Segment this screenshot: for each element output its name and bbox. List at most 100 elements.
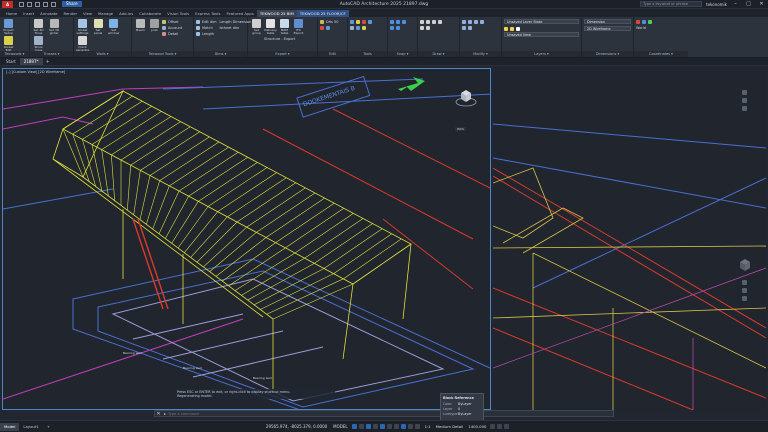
panel-title[interactable]: Edit bbox=[318, 51, 347, 57]
selection-cycling-icon[interactable] bbox=[407, 424, 413, 429]
bom-table-button[interactable]: BOM table bbox=[278, 19, 291, 36]
snap-icon-4[interactable] bbox=[390, 26, 394, 30]
arc-icon[interactable] bbox=[438, 20, 442, 24]
polar-icon[interactable] bbox=[372, 424, 378, 429]
beam-button[interactable]: Beam bbox=[134, 19, 147, 37]
tab-add-ins[interactable]: Add-ins bbox=[116, 10, 136, 17]
copy-icon[interactable] bbox=[480, 20, 484, 24]
tool-icon-5[interactable] bbox=[350, 26, 354, 30]
tab-home[interactable]: Home bbox=[3, 10, 20, 17]
zoom-icon[interactable] bbox=[741, 98, 747, 103]
snap-icon-5[interactable] bbox=[396, 26, 400, 30]
new-icon[interactable] bbox=[19, 1, 24, 7]
transparency-icon[interactable] bbox=[400, 424, 406, 429]
visual-style-dropdown[interactable]: 2D Wireframe bbox=[584, 26, 631, 31]
length-button[interactable]: Length bbox=[196, 31, 217, 37]
tool-icon-3[interactable] bbox=[362, 20, 366, 24]
search-input[interactable]: Type a keyword or phrase bbox=[640, 1, 703, 7]
tool-icon-4[interactable] bbox=[368, 20, 372, 24]
coordinate-readout[interactable]: 29565.974, -8025.379, 0.0000 bbox=[266, 424, 327, 429]
pan-right-icon[interactable] bbox=[741, 280, 747, 285]
panel-title[interactable]: Tekwoods ▾ bbox=[0, 51, 29, 57]
tab-express-tools[interactable]: Express Tools bbox=[192, 10, 223, 17]
new-tab-button[interactable]: + bbox=[43, 59, 53, 65]
viewcube-icon[interactable] bbox=[455, 87, 477, 109]
panel-title[interactable]: Export ▾ bbox=[248, 51, 317, 57]
istheet-dim-button[interactable]: Istheet dim bbox=[220, 25, 252, 31]
add-layout-button[interactable]: + bbox=[43, 423, 54, 431]
snap-icon-1[interactable] bbox=[390, 20, 394, 24]
file-tab-start[interactable]: Start bbox=[2, 58, 20, 65]
set-3d-truss-button[interactable]: Set 3D Truss bbox=[32, 19, 45, 36]
layout-tab-model[interactable]: Model bbox=[0, 422, 20, 431]
tool-icon-2[interactable] bbox=[356, 20, 360, 24]
tab-annotate[interactable]: Annotate bbox=[37, 10, 60, 17]
undo-icon[interactable] bbox=[43, 1, 48, 7]
snap-icon-3[interactable] bbox=[402, 20, 406, 24]
global-settings-button[interactable]: Global settings bbox=[76, 19, 89, 36]
tab-tekwood-bim[interactable]: TEKWOOD 25 BIM bbox=[256, 10, 297, 17]
edit-icon-3[interactable] bbox=[326, 26, 330, 30]
viewport-right[interactable] bbox=[493, 68, 766, 410]
user-account[interactable]: tekonomik bbox=[706, 2, 727, 7]
osnap-icon[interactable] bbox=[379, 424, 385, 429]
panel-title[interactable]: Dimensions ▾ bbox=[582, 51, 633, 57]
minimize-button[interactable]: – bbox=[731, 1, 740, 7]
panel-title[interactable]: Modify ▾ bbox=[460, 51, 501, 57]
tab-view[interactable]: View bbox=[80, 10, 95, 17]
pan-icon[interactable] bbox=[741, 90, 747, 95]
command-input[interactable] bbox=[168, 411, 613, 416]
share-button[interactable]: Share bbox=[62, 1, 82, 7]
panel-title[interactable]: Layers ▾ bbox=[502, 51, 581, 57]
panel-title[interactable]: Tools bbox=[348, 51, 387, 57]
model-space-toggle[interactable]: MODEL bbox=[333, 424, 347, 429]
layer-state-dropdown[interactable]: Unsaved Layer State bbox=[504, 19, 579, 24]
tab-insert[interactable]: Insert bbox=[20, 10, 37, 17]
orbit-icon[interactable] bbox=[741, 106, 747, 111]
tab-featured-apps[interactable]: Featured Apps bbox=[223, 10, 256, 17]
viewport-controls[interactable]: [–] [Custom View] [2D Wireframe] bbox=[6, 70, 65, 74]
structure-export-button[interactable]: Structure - Export bbox=[264, 36, 315, 42]
wcs-menu[interactable]: WCS bbox=[455, 127, 466, 131]
tab-vision-tools[interactable]: Vision Tools bbox=[164, 10, 192, 17]
line-icon[interactable] bbox=[420, 20, 424, 24]
edit-icon-2[interactable] bbox=[320, 26, 324, 30]
hatch-icon[interactable] bbox=[426, 26, 430, 30]
annotation-scale[interactable]: 1:1 bbox=[425, 424, 431, 429]
delivery-table-button[interactable]: Delivery table bbox=[264, 19, 277, 36]
scale-icon[interactable] bbox=[468, 26, 472, 30]
command-close-button[interactable]: ✕ bbox=[155, 411, 162, 417]
polyline-icon[interactable] bbox=[426, 20, 430, 24]
panel-title[interactable]: Snap ▾ bbox=[388, 51, 417, 57]
ucs-world-label[interactable]: World bbox=[636, 25, 686, 31]
ortho-icon[interactable] bbox=[365, 424, 371, 429]
detail-level[interactable]: Medium Detail bbox=[436, 424, 464, 429]
panel-title[interactable]: Tekwood Tools ▾ bbox=[132, 51, 193, 57]
grid-icon[interactable] bbox=[351, 424, 357, 429]
zoom-right-icon[interactable] bbox=[741, 288, 747, 293]
app-menu-button[interactable]: A CAD bbox=[2, 0, 13, 14]
otrack-icon[interactable] bbox=[386, 424, 392, 429]
layout-tab-layout1[interactable]: Layout1 bbox=[19, 423, 42, 431]
project-setup-button[interactable]: Project Setup bbox=[2, 19, 15, 36]
snap-mode-icon[interactable] bbox=[358, 424, 364, 429]
joist-button[interactable]: Joist bbox=[148, 19, 161, 37]
panel-title[interactable]: Trusses ▾ bbox=[30, 51, 73, 57]
viewcube-right-icon[interactable] bbox=[734, 256, 756, 278]
customize-icon[interactable] bbox=[504, 424, 510, 429]
save-icon[interactable] bbox=[35, 1, 40, 7]
panel-title[interactable]: Coordinates ▾ bbox=[634, 51, 688, 57]
detail-button[interactable]: Detail bbox=[162, 31, 182, 37]
ucs-world-icon[interactable] bbox=[642, 20, 646, 24]
tab-tekwood-floor[interactable]: TEKWOOD 25 FLOOR/CF bbox=[296, 10, 349, 17]
set-panel-button[interactable]: Set panel bbox=[92, 19, 105, 36]
ifc-export-button[interactable]: IFC Export bbox=[292, 19, 305, 36]
workspace-icon[interactable] bbox=[490, 424, 496, 429]
tab-render[interactable]: Render bbox=[60, 10, 80, 17]
panel-title[interactable]: Draw ▾ bbox=[418, 51, 459, 57]
tab-manage[interactable]: Manage bbox=[95, 10, 116, 17]
move-icon[interactable] bbox=[462, 20, 466, 24]
isolate-icon[interactable] bbox=[497, 424, 503, 429]
orbit-right-icon[interactable] bbox=[741, 296, 747, 301]
set-3d-girder-button[interactable]: Set 3D girder bbox=[48, 19, 61, 36]
